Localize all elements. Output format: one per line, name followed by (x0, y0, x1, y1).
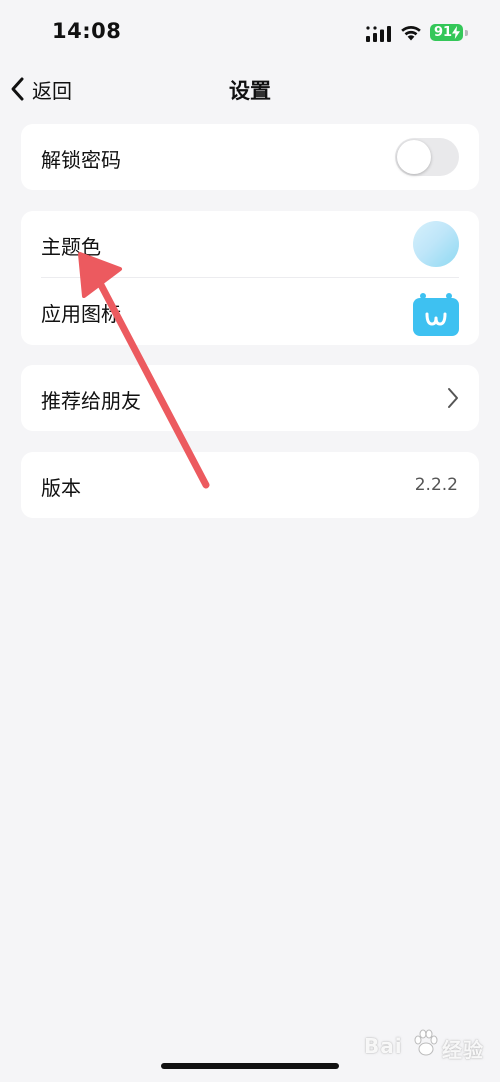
row-version: 版本 2.2.2 (21, 452, 479, 518)
row-unlock-password: 解锁密码 (21, 124, 479, 190)
card-version: 版本 2.2.2 (21, 452, 479, 518)
signal-icon (366, 26, 391, 42)
recommend-label: 推荐给朋友 (41, 389, 141, 413)
card-recommend[interactable]: 推荐给朋友 (21, 365, 479, 431)
theme-color-label: 主题色 (41, 235, 101, 259)
battery-level: 91 (434, 25, 453, 40)
nav-bar: 返回 设置 (0, 66, 500, 112)
unlock-password-label: 解锁密码 (41, 148, 121, 172)
watermark: Bai 经验 (354, 1026, 494, 1066)
paw-icon (414, 1029, 438, 1056)
row-app-icon[interactable]: 应用图标 (21, 278, 479, 344)
page-title: 设置 (229, 79, 271, 103)
row-theme-color[interactable]: 主题色 (21, 211, 479, 277)
app-icon-preview[interactable] (413, 292, 459, 336)
watermark-text-right: 经验 (442, 1038, 484, 1062)
row-recommend[interactable]: 推荐给朋友 (21, 365, 479, 431)
battery-icon: 91 (430, 24, 463, 41)
watermark-text-left: Bai (364, 1034, 403, 1058)
battery-bolt-icon (452, 26, 460, 39)
card-appearance: 主题色 应用图标 (21, 211, 479, 345)
card-security: 解锁密码 (21, 124, 479, 190)
battery-cap-icon (465, 30, 468, 36)
status-time: 14:08 (52, 19, 122, 43)
app-icon-label: 应用图标 (41, 302, 121, 326)
version-label: 版本 (41, 476, 81, 500)
chevron-right-icon (448, 388, 458, 408)
theme-color-swatch[interactable] (413, 221, 459, 267)
status-bar: 14:08 91 (0, 0, 500, 66)
toggle-knob (397, 140, 431, 174)
unlock-password-toggle[interactable] (395, 138, 459, 176)
version-value: 2.2.2 (414, 475, 458, 495)
wifi-icon (401, 25, 421, 41)
home-indicator[interactable] (161, 1063, 339, 1069)
